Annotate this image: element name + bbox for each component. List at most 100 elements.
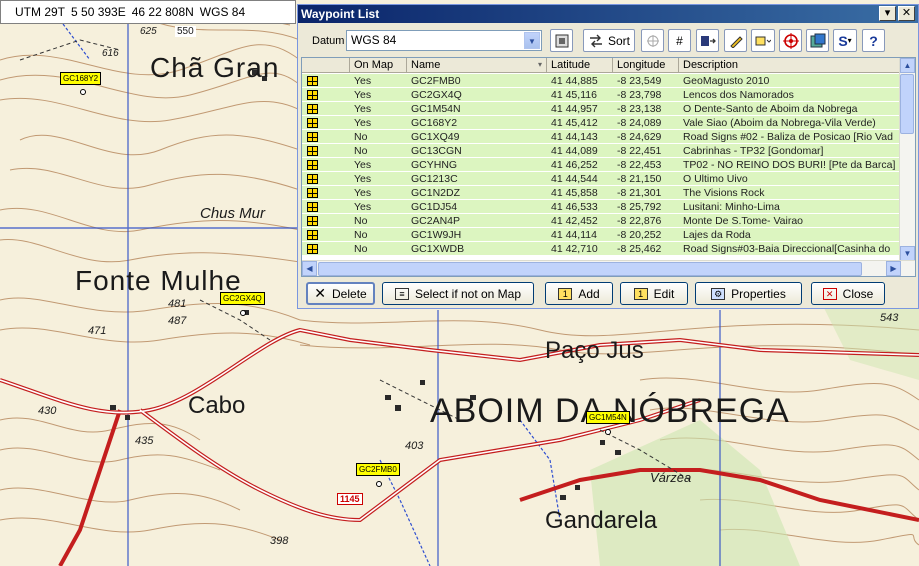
cell-on-map: Yes (354, 173, 372, 185)
waypoint-grid-icon (307, 174, 318, 184)
horizontal-scrollbar[interactable]: ◀ ▶ (302, 260, 915, 276)
script-menu-button[interactable]: S ▾ (833, 29, 857, 52)
help-button[interactable]: ? (862, 29, 885, 52)
table-row[interactable]: Yes GC1M54N 41 44,957 -8 23,138 O Dente-Sant… (302, 102, 900, 116)
cell-on-map: Yes (354, 187, 372, 199)
column-header-description[interactable]: Description (679, 58, 900, 73)
scroll-left-arrow-icon[interactable]: ◀ (302, 261, 317, 276)
table-row[interactable]: No GC2AN4P 41 42,452 -8 22,876 Monte De S.To… (302, 214, 900, 228)
column-header-name[interactable]: Name ▾ (407, 58, 547, 73)
cell-description: Road Signs#03-Baia Direccional[Casinha d… (683, 243, 891, 255)
waypoint-grid-icon (307, 188, 318, 198)
table-row[interactable]: Yes GCYHNG 41 46,252 -8 22,453 TP02 - NO REI… (302, 158, 900, 172)
select-if-not-on-map-button[interactable]: ≡ Select if not on Map (382, 282, 534, 305)
cell-on-map: Yes (354, 201, 372, 213)
cell-name: GC1DJ54 (411, 201, 458, 213)
table-row[interactable]: Yes GC1N2DZ 41 45,858 -8 21,301 The Visions … (302, 186, 900, 200)
column-header-on-map[interactable]: On Map (350, 58, 407, 73)
column-header-longitude[interactable]: Longitude (613, 58, 679, 73)
waypoint-marker[interactable] (80, 89, 86, 95)
table-row[interactable]: Yes GC2GX4Q 41 45,116 -8 23,798 Lencos dos N… (302, 88, 900, 102)
properties-button[interactable]: ⚙ Properties (695, 282, 802, 305)
column-header-icon[interactable] (302, 58, 350, 73)
table-row[interactable]: Yes GC2FMB0 41 44,885 -8 23,549 GeoMagusto 2… (302, 74, 900, 88)
delete-button[interactable]: ✕ Delete (306, 282, 375, 305)
waypoint-table[interactable]: On Map Name ▾ Latitude Longitude Descrip… (301, 57, 916, 277)
compass-tool-button[interactable] (641, 29, 664, 52)
waypoint-marker[interactable] (605, 429, 611, 435)
scroll-down-arrow-icon[interactable]: ▼ (900, 246, 915, 261)
sort-button[interactable]: Sort (583, 29, 635, 52)
cell-latitude: 41 45,858 (551, 187, 598, 199)
cell-longitude: -8 20,252 (617, 229, 662, 241)
help-question-icon: ? (869, 32, 878, 49)
cell-longitude: -8 21,301 (617, 187, 662, 199)
scroll-up-arrow-icon[interactable]: ▲ (900, 58, 915, 73)
elevation-label: 543 (880, 312, 899, 324)
vertical-scroll-thumb[interactable] (900, 74, 914, 134)
cell-longitude: -8 23,549 (617, 75, 662, 87)
map-view-button[interactable] (550, 29, 573, 52)
cell-description: The Visions Rock (683, 187, 765, 199)
grid-tool-button[interactable]: # (668, 29, 691, 52)
gps-device-icon (700, 35, 716, 46)
edit-button[interactable]: 1 Edit (620, 282, 688, 305)
table-row[interactable]: Yes GC1DJ54 41 46,533 -8 25,792 Lusitani: Mi… (302, 200, 900, 214)
cell-name: GC2GX4Q (411, 89, 462, 101)
waypoint-marker[interactable] (376, 481, 382, 487)
place-label-cha-gran: Chã Gran (150, 52, 280, 83)
cell-description: O Dente-Santo de Aboim da Nobrega (683, 103, 858, 115)
waypoint-flag-gc2fmb0[interactable]: GC2FMB0 (356, 463, 400, 476)
column-header-latitude[interactable]: Latitude (547, 58, 613, 73)
utm-easting: 5 50 393E (71, 5, 126, 19)
list-options-button[interactable] (751, 29, 775, 52)
edit-button-label: Edit (653, 286, 675, 301)
waypoint-grid-icon (307, 230, 318, 240)
pin-down-button[interactable]: ▾ (879, 6, 896, 21)
table-row[interactable]: No GC1XWDB 41 42,710 -8 25,462 Road Signs#03… (302, 242, 900, 256)
elevation-label: 398 (270, 535, 289, 547)
cell-latitude: 41 44,885 (551, 75, 598, 87)
vertical-scrollbar[interactable]: ▲ ▼ (899, 58, 915, 261)
waypoint-grid-icon (307, 76, 318, 86)
chevron-down-icon[interactable]: ▼ (524, 32, 540, 49)
utm-zone: UTM 29T (15, 5, 66, 19)
horizontal-scroll-thumb[interactable] (318, 262, 862, 276)
waypoint-marker[interactable] (240, 310, 246, 316)
waypoint-grid-icon (307, 118, 318, 128)
pen-tool-button[interactable] (724, 29, 747, 52)
close-window-button[interactable]: ✕ (898, 6, 915, 21)
waypoint-flag-gc168y2[interactable]: GC168Y2 (60, 72, 102, 85)
cell-on-map: Yes (354, 159, 372, 171)
cell-name: GC1XQ49 (411, 131, 460, 143)
table-row[interactable]: Yes GC1213C 41 44,544 -8 21,150 O Ultimo Uiv… (302, 172, 900, 186)
waypoint-grid-icon (307, 202, 318, 212)
cell-name: GC13CGN (411, 145, 462, 157)
datum-select[interactable]: WGS 84 ▼ (346, 30, 542, 51)
cell-latitude: 41 44,143 (551, 131, 598, 143)
window-titlebar[interactable]: Waypoint List ▾ ✕ (298, 5, 918, 23)
coordinate-readout-bar: UTM 29T 5 50 393E 46 22 808N WGS 84 (0, 0, 296, 24)
export-map-button[interactable] (806, 29, 829, 52)
cell-longitude: -8 23,138 (617, 103, 662, 115)
table-row[interactable]: Yes GC168Y2 41 45,412 -8 24,089 Vale Siao (A… (302, 116, 900, 130)
cell-latitude: 41 45,116 (551, 89, 597, 101)
cell-description: GeoMagusto 2010 (683, 75, 770, 87)
cell-name: GC2AN4P (411, 215, 461, 227)
table-row[interactable]: No GC1W9JH 41 44,114 -8 20,252 Lajes da Roda (302, 228, 900, 242)
add-button[interactable]: 1 Add (545, 282, 613, 305)
edit-waypoint-icon: 1 (633, 287, 648, 300)
window-title: Waypoint List (301, 7, 380, 21)
cell-description: Cabrinhas - TP32 [Gondomar] (683, 145, 824, 157)
gps-transfer-button[interactable] (696, 29, 719, 52)
close-button[interactable]: ✕ Close (811, 282, 885, 305)
scroll-right-arrow-icon[interactable]: ▶ (886, 261, 901, 276)
crosshair-target-icon (782, 32, 799, 49)
waypoint-flag-gc2gx4q[interactable]: GC2GX4Q (220, 292, 265, 305)
target-tool-button[interactable] (779, 29, 802, 52)
table-row[interactable]: No GC13CGN 41 44,089 -8 22,451 Cabrinhas - T… (302, 144, 900, 158)
waypoint-flag-gc1m54n[interactable]: GC1M54N (586, 411, 630, 424)
cell-longitude: -8 24,089 (617, 117, 662, 129)
table-row[interactable]: No GC1XQ49 41 44,143 -8 24,629 Road Signs #0… (302, 130, 900, 144)
cell-latitude: 41 44,089 (551, 145, 598, 157)
